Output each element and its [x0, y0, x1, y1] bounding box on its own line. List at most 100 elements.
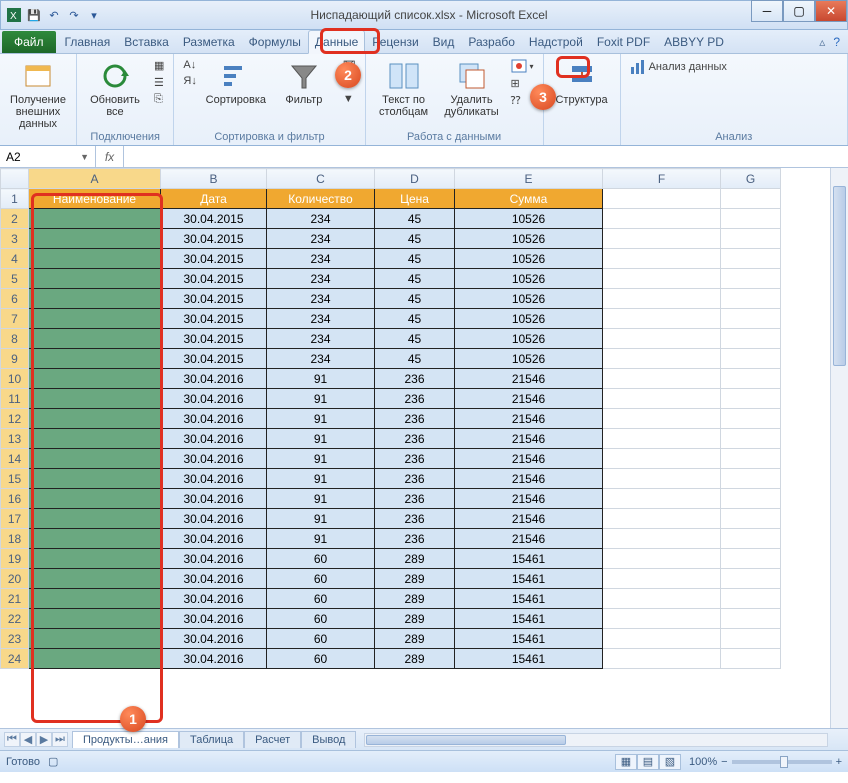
- cell[interactable]: 91: [267, 469, 375, 489]
- cell[interactable]: 21546: [455, 469, 603, 489]
- cell[interactable]: 289: [375, 649, 455, 669]
- cell[interactable]: [603, 189, 721, 209]
- cell[interactable]: 15461: [455, 549, 603, 569]
- cell[interactable]: 30.04.2016: [161, 629, 267, 649]
- cell[interactable]: [29, 209, 161, 229]
- cell[interactable]: [721, 249, 781, 269]
- row-header[interactable]: 3: [1, 229, 29, 249]
- cell[interactable]: 45: [375, 249, 455, 269]
- cell[interactable]: [721, 589, 781, 609]
- cell[interactable]: 236: [375, 529, 455, 549]
- sheet-nav-prev-icon[interactable]: ◀: [20, 732, 36, 747]
- sort-az-icon[interactable]: A↓: [180, 58, 199, 72]
- cell[interactable]: 30.04.2015: [161, 329, 267, 349]
- cell[interactable]: [603, 589, 721, 609]
- cell[interactable]: [603, 209, 721, 229]
- row-header[interactable]: 4: [1, 249, 29, 269]
- cell[interactable]: 234: [267, 209, 375, 229]
- cell[interactable]: 91: [267, 429, 375, 449]
- cell[interactable]: [603, 389, 721, 409]
- cell[interactable]: 289: [375, 589, 455, 609]
- cell[interactable]: 60: [267, 549, 375, 569]
- row-header[interactable]: 24: [1, 649, 29, 669]
- ribbon-tab-вид[interactable]: Вид: [426, 30, 462, 53]
- cell[interactable]: [29, 309, 161, 329]
- cell[interactable]: 60: [267, 649, 375, 669]
- sheet-nav-last-icon[interactable]: ⏭: [52, 732, 68, 747]
- row-header[interactable]: 10: [1, 369, 29, 389]
- qat-dropdown-icon[interactable]: ▾: [85, 6, 103, 24]
- formula-input[interactable]: [124, 146, 848, 167]
- cell[interactable]: [29, 489, 161, 509]
- cell[interactable]: [721, 569, 781, 589]
- get-external-data-button[interactable]: Получение внешних данных: [6, 58, 70, 132]
- cell[interactable]: 91: [267, 529, 375, 549]
- cell[interactable]: [29, 529, 161, 549]
- cell[interactable]: [603, 549, 721, 569]
- cell[interactable]: 21546: [455, 449, 603, 469]
- cell[interactable]: [721, 509, 781, 529]
- cell[interactable]: 45: [375, 209, 455, 229]
- cell[interactable]: 30.04.2016: [161, 589, 267, 609]
- cell[interactable]: 10526: [455, 289, 603, 309]
- zoom-level[interactable]: 100%: [689, 756, 717, 768]
- sort-za-icon[interactable]: Я↓: [180, 74, 199, 88]
- vertical-scrollbar[interactable]: [830, 168, 848, 728]
- cell[interactable]: 10526: [455, 249, 603, 269]
- cell[interactable]: 30.04.2016: [161, 409, 267, 429]
- help-icon[interactable]: ?: [833, 35, 840, 49]
- cell[interactable]: 289: [375, 549, 455, 569]
- cell[interactable]: 30.04.2015: [161, 349, 267, 369]
- cell[interactable]: Цена: [375, 189, 455, 209]
- page-break-view-icon[interactable]: ▧: [659, 754, 681, 770]
- cell[interactable]: 30.04.2016: [161, 549, 267, 569]
- cell[interactable]: [29, 269, 161, 289]
- cell[interactable]: [721, 529, 781, 549]
- ribbon-tab-главная[interactable]: Главная: [58, 30, 118, 53]
- save-icon[interactable]: 💾: [25, 6, 43, 24]
- cell[interactable]: [721, 409, 781, 429]
- properties-icon[interactable]: ☰: [151, 75, 167, 90]
- close-button[interactable]: ✕: [815, 0, 847, 22]
- cell[interactable]: [603, 309, 721, 329]
- minimize-button[interactable]: ─: [751, 0, 783, 22]
- column-header-B[interactable]: B: [161, 169, 267, 189]
- cell[interactable]: [29, 389, 161, 409]
- cell[interactable]: 30.04.2015: [161, 249, 267, 269]
- column-header-D[interactable]: D: [375, 169, 455, 189]
- row-header[interactable]: 1: [1, 189, 29, 209]
- cell[interactable]: 10526: [455, 349, 603, 369]
- row-header[interactable]: 8: [1, 329, 29, 349]
- cell[interactable]: 21546: [455, 529, 603, 549]
- cell[interactable]: 234: [267, 349, 375, 369]
- cell[interactable]: [721, 389, 781, 409]
- zoom-slider[interactable]: [732, 760, 832, 764]
- ribbon-tab-рецензи[interactable]: Рецензи: [365, 30, 425, 53]
- cell[interactable]: [29, 649, 161, 669]
- cell[interactable]: 30.04.2016: [161, 529, 267, 549]
- cell[interactable]: [29, 449, 161, 469]
- cell[interactable]: 30.04.2015: [161, 269, 267, 289]
- cell[interactable]: 15461: [455, 589, 603, 609]
- cell[interactable]: [603, 489, 721, 509]
- cell[interactable]: 234: [267, 269, 375, 289]
- cell[interactable]: 21546: [455, 369, 603, 389]
- cell[interactable]: [603, 369, 721, 389]
- page-layout-view-icon[interactable]: ▤: [637, 754, 659, 770]
- cell[interactable]: 15461: [455, 649, 603, 669]
- cell[interactable]: 234: [267, 249, 375, 269]
- cell[interactable]: [29, 229, 161, 249]
- cell[interactable]: Количество: [267, 189, 375, 209]
- row-header[interactable]: 20: [1, 569, 29, 589]
- sheet-nav-first-icon[interactable]: ⏮: [4, 732, 20, 747]
- column-header-C[interactable]: C: [267, 169, 375, 189]
- row-header[interactable]: 23: [1, 629, 29, 649]
- outline-button[interactable]: Структура: [550, 58, 614, 108]
- zoom-out-icon[interactable]: −: [721, 756, 727, 768]
- row-header[interactable]: 13: [1, 429, 29, 449]
- cell[interactable]: 236: [375, 369, 455, 389]
- data-validation-button[interactable]: ▾: [508, 58, 537, 74]
- row-header[interactable]: 7: [1, 309, 29, 329]
- cell[interactable]: 60: [267, 589, 375, 609]
- column-header-A[interactable]: A: [29, 169, 161, 189]
